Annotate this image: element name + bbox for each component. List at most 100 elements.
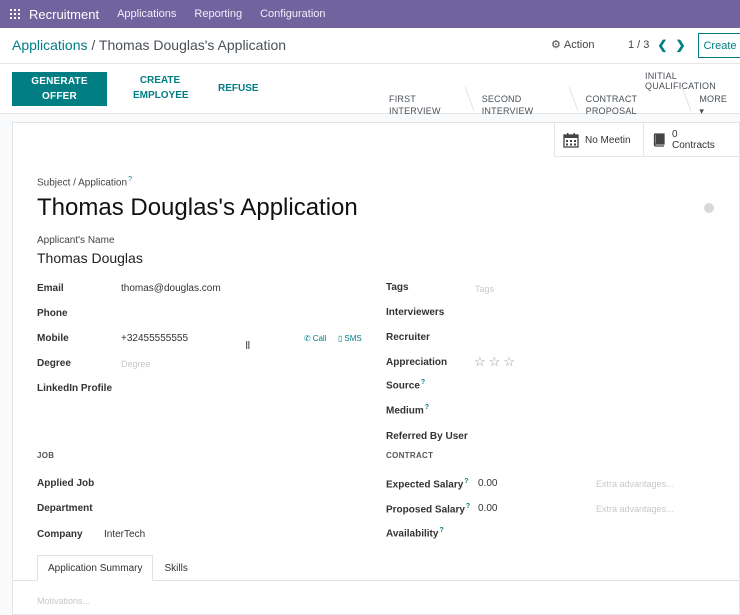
application-title[interactable]: Thomas Douglas's Application (37, 194, 358, 222)
tab-application-summary[interactable]: Application Summary (37, 555, 154, 581)
referred-label: Referred By User (386, 431, 468, 442)
stage-initial-qualification[interactable]: INITIAL QUALIFICATION (645, 71, 740, 91)
appreciation-label: Appreciation (386, 357, 448, 368)
breadcrumb-separator: / (91, 37, 96, 53)
source-help-icon[interactable]: ? (421, 379, 425, 386)
generate-offer-line1: GENERATE (31, 76, 88, 87)
applicant-name-field[interactable]: Thomas Douglas (37, 250, 143, 266)
calendar-icon (563, 133, 579, 148)
source-label: Source? (386, 379, 425, 391)
mobile-field[interactable]: +32455555555 (121, 333, 188, 344)
menu-configuration[interactable]: Configuration (260, 8, 325, 20)
company-field[interactable]: InterTech (104, 529, 145, 540)
create-employee-line2: EMPLOYEE (133, 90, 189, 101)
contract-section-title: CONTRACT (386, 451, 434, 460)
menu-applications[interactable]: Applications (117, 8, 176, 20)
email-field[interactable]: thomas@douglas.com (121, 283, 221, 294)
company-label: Company (37, 529, 83, 540)
contracts-count: 0 (672, 129, 678, 140)
source-label-text: Source (386, 380, 420, 392)
proposed-salary-label: Proposed Salary? (386, 503, 470, 515)
applied-job-label: Applied Job (37, 478, 95, 489)
availability-label-text: Availability (386, 528, 439, 540)
medium-label: Medium? (386, 404, 429, 416)
proposed-salary-help-icon[interactable]: ? (466, 503, 470, 510)
generate-offer-button[interactable]: GENERATE OFFER (12, 72, 107, 106)
contracts-text: 0 Contracts (672, 129, 715, 151)
stage-second-interview[interactable]: SECOND INTERVIEW (478, 93, 574, 116)
action-button[interactable]: ⚙ Action (551, 38, 594, 52)
degree-label: Degree (37, 358, 71, 369)
smart-buttons: No Meetin 0 Contracts (554, 123, 740, 157)
proposed-salary-label-text: Proposed Salary (386, 504, 465, 516)
sms-label: SMS (344, 334, 362, 343)
star-icon-2[interactable]: ☆ (489, 354, 501, 370)
stage-pipeline: FIRST INTERVIEW SECOND INTERVIEW CONTRAC… (385, 93, 740, 116)
subject-label-text: Subject / Application (37, 177, 128, 189)
app-name[interactable]: Recruitment (29, 7, 99, 22)
menu-reporting[interactable]: Reporting (194, 8, 242, 20)
motivations-field[interactable]: Motivations... (37, 596, 90, 606)
expected-extra-field[interactable]: Extra advantages... (596, 479, 674, 489)
chevron-left-icon[interactable]: ❮ (657, 38, 667, 52)
expected-salary-label-text: Expected Salary (386, 479, 464, 491)
more-label: MORE (699, 94, 728, 104)
expected-salary-field[interactable]: 0.00 (478, 478, 497, 489)
pager: 1 / 3 ❮ ❯ (628, 38, 686, 52)
proposed-salary-field[interactable]: 0.00 (478, 503, 497, 514)
breadcrumb-applications[interactable]: Applications (12, 37, 88, 53)
contracts-button[interactable]: 0 Contracts (643, 123, 740, 157)
expected-salary-help-icon[interactable]: ? (464, 478, 468, 485)
top-navbar: Recruitment Applications Reporting Confi… (0, 0, 740, 28)
book-icon (653, 133, 665, 147)
medium-label-text: Medium (386, 405, 424, 417)
notebook-tabs: Application Summary Skills (37, 555, 199, 581)
tags-field[interactable]: Tags (475, 284, 494, 294)
form-sheet: No Meetin 0 Contracts Subject / Applicat… (12, 122, 740, 615)
stage-first-interview[interactable]: FIRST INTERVIEW (385, 93, 470, 116)
priority-dot-icon[interactable] (704, 203, 714, 213)
star-icon-1[interactable]: ☆ (474, 354, 486, 370)
applicant-name-label: Applicant's Name (37, 235, 115, 246)
stage-more-dropdown[interactable]: MORE ▾ (695, 93, 740, 116)
interviewers-label: Interviewers (386, 307, 445, 318)
sms-link[interactable]: ▯ SMS (338, 334, 362, 343)
meetings-label: No Meetin (585, 134, 631, 146)
tags-label: Tags (386, 282, 409, 293)
create-employee-button[interactable]: CREATE EMPLOYEE (133, 73, 189, 103)
expected-salary-label: Expected Salary? (386, 478, 469, 490)
pager-value[interactable]: 1 / 3 (628, 39, 649, 51)
email-label: Email (37, 283, 64, 294)
meetings-button[interactable]: No Meetin (554, 123, 643, 157)
caret-down-icon: ▾ (699, 106, 705, 116)
breadcrumb: Applications / Thomas Douglas's Applicat… (12, 37, 286, 53)
stage-contract-proposal[interactable]: CONTRACT PROPOSAL (582, 93, 688, 116)
mobile-icon: ▯ (338, 334, 343, 343)
text-cursor-icon: Ⅱ (245, 340, 251, 352)
phone-label: Phone (37, 308, 68, 319)
statusbar: GENERATE OFFER CREATE EMPLOYEE REFUSE IN… (0, 64, 740, 116)
star-icon-3[interactable]: ☆ (503, 354, 515, 370)
breadcrumb-current: Thomas Douglas's Application (98, 37, 287, 53)
gear-icon: ⚙ (551, 39, 561, 51)
create-employee-line1: CREATE (139, 75, 181, 86)
generate-offer-line2: OFFER (42, 91, 77, 102)
tab-skills[interactable]: Skills (153, 555, 198, 581)
medium-help-icon[interactable]: ? (425, 404, 429, 411)
call-label: Call (312, 334, 327, 343)
create-button[interactable]: Create (698, 33, 740, 58)
apps-menu-icon[interactable] (10, 9, 20, 19)
availability-help-icon[interactable]: ? (439, 527, 443, 534)
subject-help-icon[interactable]: ? (128, 176, 132, 183)
job-section-title: JOB (37, 451, 55, 460)
appreciation-stars: ☆ ☆ ☆ (474, 354, 515, 370)
proposed-extra-field[interactable]: Extra advantages... (596, 504, 674, 514)
mobile-label: Mobile (37, 333, 69, 344)
refuse-button[interactable]: REFUSE (218, 81, 259, 96)
chevron-right-icon[interactable]: ❯ (675, 38, 685, 52)
recruiter-label: Recruiter (386, 332, 430, 343)
call-link[interactable]: ✆ Call (304, 334, 326, 343)
degree-field[interactable]: Degree (121, 359, 151, 369)
phone-icon: ✆ (304, 334, 311, 343)
control-panel: Applications / Thomas Douglas's Applicat… (0, 28, 740, 64)
